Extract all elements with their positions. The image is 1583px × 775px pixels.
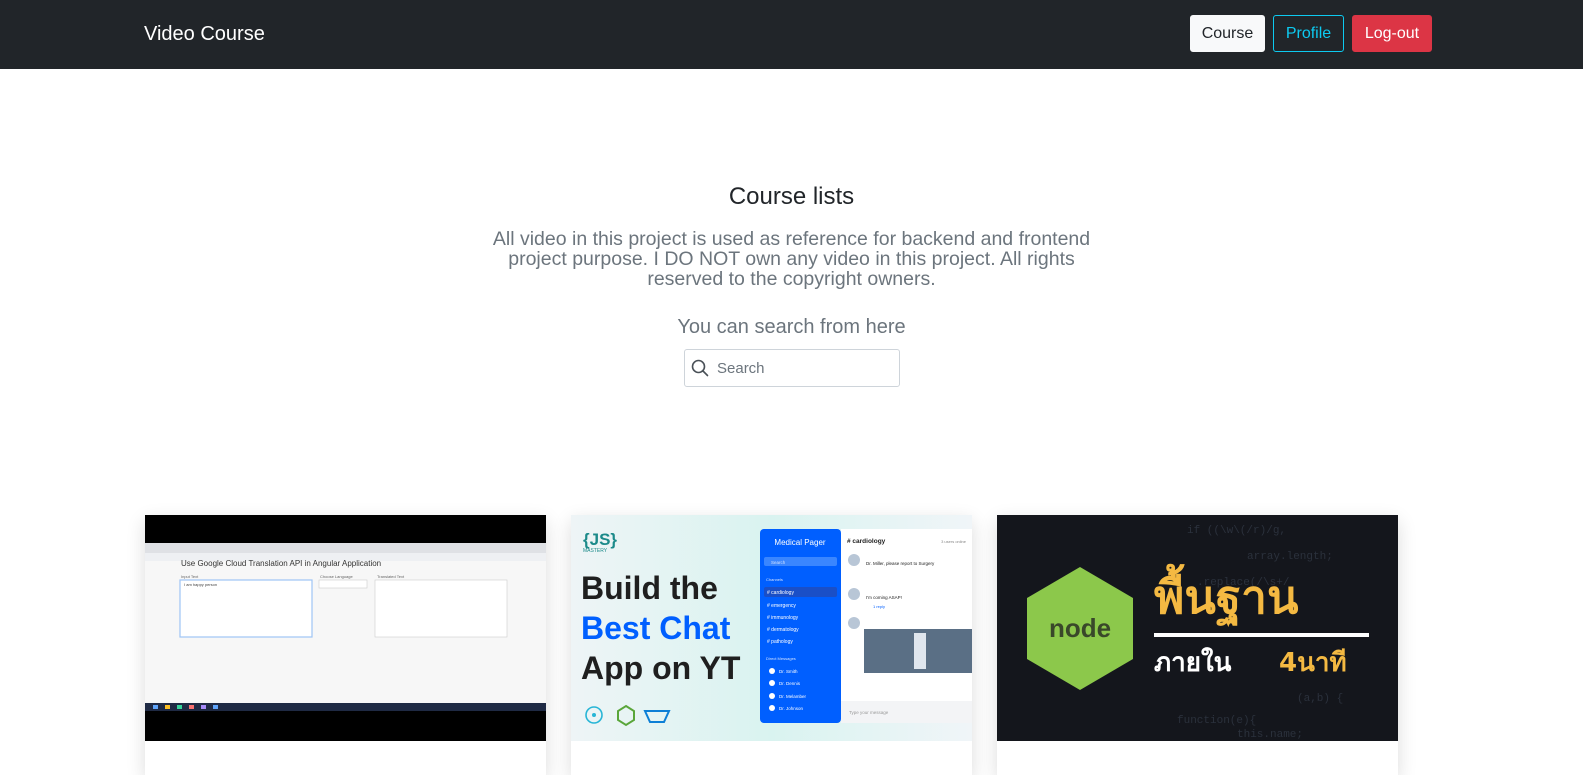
profile-button[interactable]: Profile: [1273, 15, 1344, 52]
thai-subtitle-accent: 4นาที: [1279, 648, 1347, 678]
headline-line-2: Best Chat: [581, 610, 731, 646]
course-card[interactable]: {JS} MASTERY Build the Best Chat App on …: [571, 515, 972, 775]
navbar: Video Course Course Profile Log-out: [0, 0, 1583, 69]
chat-channel: # cardiology: [847, 538, 886, 545]
course-card[interactable]: Use Google Cloud Translation API in Angu…: [145, 515, 546, 775]
page-description: All video in this project is used as ref…: [492, 228, 1091, 290]
svg-text:(a,b) {: (a,b) {: [1297, 693, 1343, 705]
course-thumbnail[interactable]: {JS} MASTERY Build the Best Chat App on …: [571, 515, 972, 741]
svg-text:array.length;: array.length;: [1247, 551, 1333, 563]
logout-button[interactable]: Log-out: [1352, 15, 1432, 52]
course-thumbnail[interactable]: Use Google Cloud Translation API in Angu…: [145, 515, 546, 741]
headline-line-1: Build the: [581, 570, 718, 606]
app-title: Medical Pager: [774, 538, 825, 547]
app-channel: # immunology: [767, 615, 799, 621]
app-dm-header: Direct Messages: [766, 656, 796, 661]
app-channel: # cardiology: [767, 590, 794, 596]
chat-online: 3 users online: [941, 539, 967, 544]
app-search: Search: [771, 560, 786, 565]
search-hint: You can search from here: [677, 316, 906, 338]
translated-text-label: Translated Text: [377, 574, 405, 579]
chat-message: Dr. Miller, please report to Surgery: [866, 561, 935, 566]
thumbnail-title: Use Google Cloud Translation API in Angu…: [181, 559, 381, 568]
jsm-logo: {JS}: [583, 530, 617, 549]
page-title: Course lists: [728, 183, 855, 210]
app-dm: Dr. Melamber: [779, 694, 807, 699]
input-text-value: I am happy person: [184, 582, 217, 587]
app-dm: Dr. Dennis: [779, 681, 801, 686]
jsm-logo-sub: MASTERY: [583, 548, 608, 554]
svg-text:this.name;: this.name;: [1237, 729, 1303, 741]
thai-title: พื้นฐาน: [1154, 563, 1299, 627]
app-channel: # dermatology: [767, 627, 799, 633]
node-logo-text: node: [1049, 613, 1111, 643]
input-text-label: Input Text: [181, 574, 199, 579]
course-card[interactable]: if ((\w\(/r)/g, array.length; .replace(/…: [997, 515, 1398, 775]
search-input[interactable]: [717, 352, 893, 384]
app-dm: Dr. Smith: [779, 669, 798, 674]
choose-language-label: Choose Language: [320, 574, 353, 579]
app-channel: # emergency: [767, 603, 796, 609]
chat-reply: 1 reply: [873, 604, 885, 609]
app-channel: # pathology: [767, 639, 793, 645]
search-icon: [691, 359, 709, 377]
brand-title[interactable]: Video Course: [144, 21, 265, 47]
chat-message: I'm coming ASAP!: [866, 595, 902, 600]
course-button[interactable]: Course: [1190, 15, 1265, 52]
thai-subtitle: ภายใน: [1154, 647, 1232, 678]
svg-text:if ((\w\(/r)/g,: if ((\w\(/r)/g,: [1187, 525, 1286, 537]
search-box[interactable]: [684, 349, 900, 387]
course-thumbnail[interactable]: if ((\w\(/r)/g, array.length; .replace(/…: [997, 515, 1398, 741]
svg-text:function(e){: function(e){: [1177, 715, 1256, 727]
headline-line-3: App on YT: [581, 650, 741, 686]
app-dm: Dr. Johnson: [779, 706, 804, 711]
chat-input: Type your message: [849, 710, 889, 715]
app-channels-header: Channels: [766, 577, 783, 582]
